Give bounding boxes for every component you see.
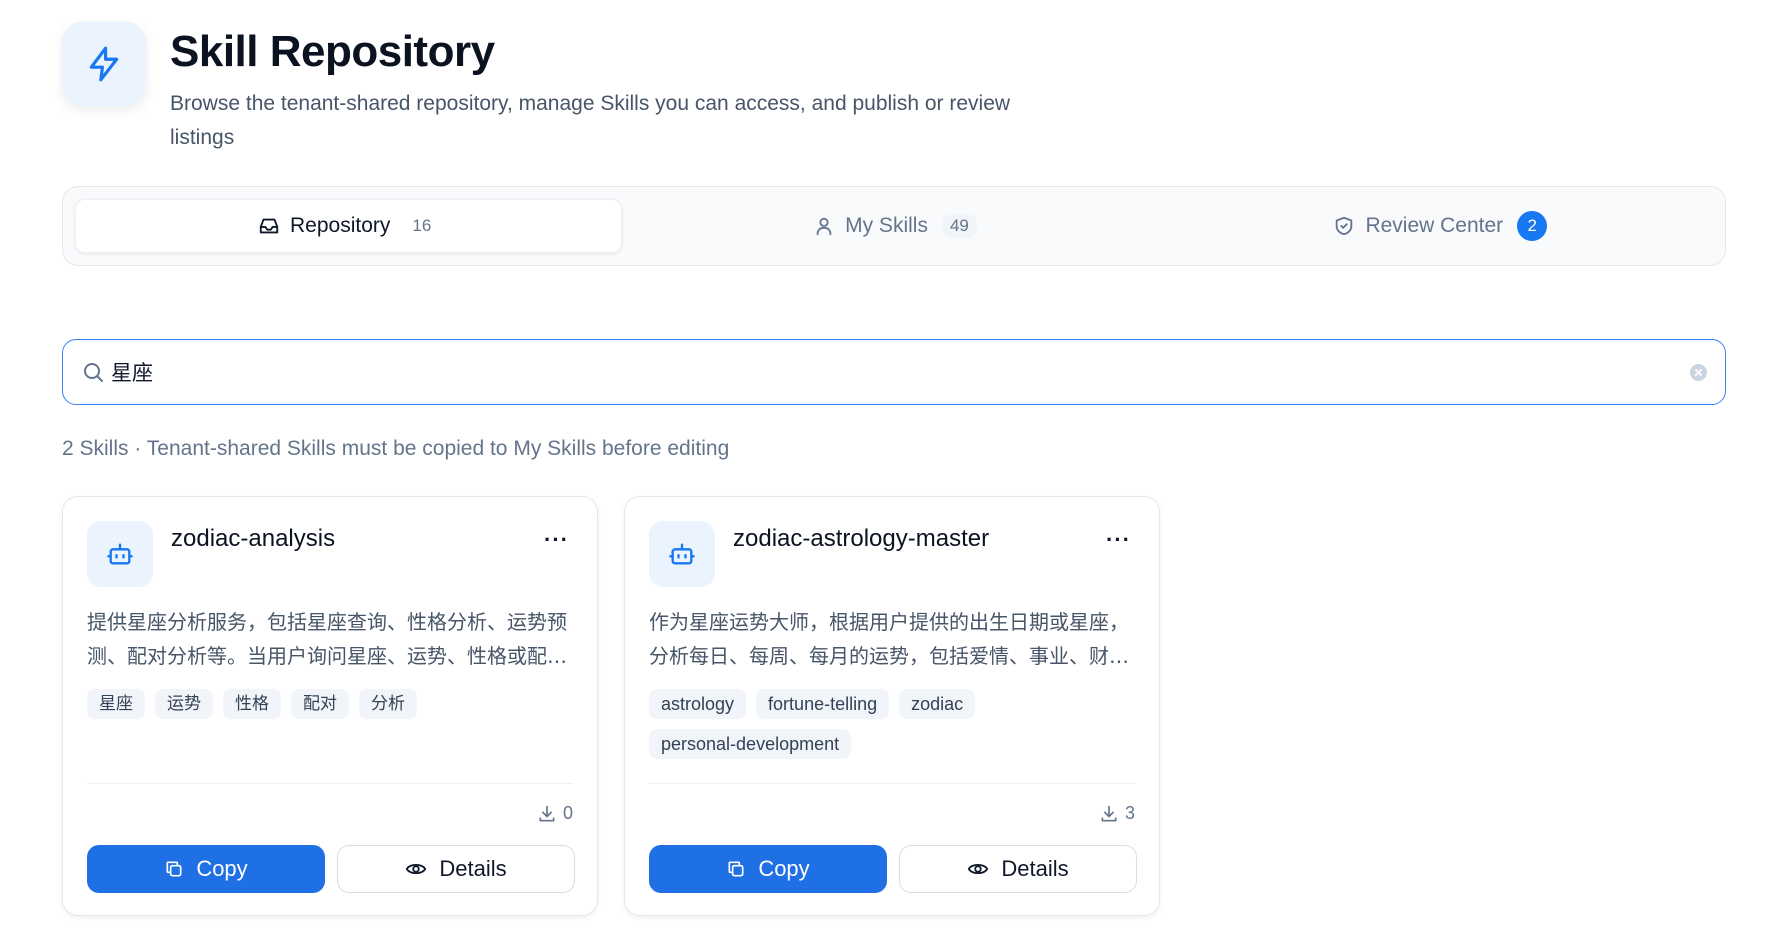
details-button[interactable]: Details (899, 845, 1137, 893)
download-count-value: 3 (1124, 803, 1135, 823)
skill-name: zodiac-astrology-master (733, 525, 990, 552)
search-icon (81, 360, 105, 384)
divider (87, 783, 573, 784)
skill-name: zodiac-analysis (171, 525, 336, 552)
tag-list: 星座 运势 性格 配对 分析 (87, 689, 577, 719)
tab-my-skills[interactable]: My Skills 49 (622, 199, 1167, 253)
lightning-icon (89, 46, 119, 82)
robot-icon (649, 521, 715, 587)
details-label: Details (439, 856, 507, 881)
tag-list: astrology fortune-telling zodiac persona… (649, 689, 1139, 759)
tab-label: Repository (290, 214, 391, 237)
result-summary: 2 Skills · Tenant-shared Skills must be … (62, 437, 730, 460)
skill-description: 作为星座运势大师，根据用户提供的出生日期或星座，分析每日、每周、每月的运势，包括… (649, 610, 1129, 668)
logo-box (62, 22, 146, 106)
eye-icon (967, 858, 989, 880)
tag: fortune-telling (756, 689, 890, 719)
download-count-value: 0 (562, 803, 573, 823)
search-box (62, 339, 1726, 405)
tab-label: My Skills (845, 214, 928, 237)
download-icon (1099, 804, 1119, 824)
skill-card: zodiac-astrology-master ··· 作为星座运势大师，根据用… (624, 496, 1160, 916)
tab-count: 16 (412, 216, 432, 235)
copy-button[interactable]: Copy (649, 845, 887, 893)
clear-search-icon[interactable] (1690, 363, 1707, 381)
header-text: Skill Repository Browse the tenant-share… (170, 22, 1030, 155)
tag: 分析 (359, 689, 417, 719)
copy-icon (164, 859, 184, 879)
search-input[interactable] (111, 360, 1690, 384)
inbox-icon (258, 215, 280, 237)
tab-bar: Repository 16 My Skills 49 Review Center… (62, 186, 1726, 266)
download-icon (537, 804, 557, 824)
tag: 性格 (223, 689, 281, 719)
review-count-badge: 2 (1517, 211, 1548, 241)
details-button[interactable]: Details (337, 845, 575, 893)
more-options-icon[interactable]: ··· (1106, 527, 1131, 553)
robot-icon (87, 521, 153, 587)
skill-card: zodiac-analysis ··· 提供星座分析服务，包括星座查询、性格分析… (62, 496, 598, 916)
shield-check-icon (1333, 215, 1355, 237)
copy-label: Copy (196, 856, 248, 881)
eye-icon (405, 858, 427, 880)
page-subtitle: Browse the tenant-shared repository, man… (170, 92, 1011, 149)
details-label: Details (1001, 856, 1069, 881)
tag: 配对 (291, 689, 349, 719)
tag: zodiac (899, 689, 976, 719)
download-count: 3 (1099, 803, 1135, 824)
divider (649, 783, 1135, 784)
page-header: Skill Repository Browse the tenant-share… (62, 22, 1030, 155)
tag: astrology (649, 689, 747, 719)
user-icon (813, 215, 835, 237)
tab-review-center[interactable]: Review Center 2 (1168, 199, 1713, 253)
tag: 星座 (87, 689, 145, 719)
copy-icon (726, 859, 746, 879)
copy-button[interactable]: Copy (87, 845, 325, 893)
tab-count: 49 (941, 214, 977, 238)
more-options-icon[interactable]: ··· (544, 527, 569, 553)
copy-label: Copy (758, 856, 810, 881)
download-count: 0 (537, 803, 573, 824)
tab-label: Review Center (1365, 214, 1504, 237)
tag: 运势 (155, 689, 213, 719)
tab-repository[interactable]: Repository 16 (75, 199, 623, 253)
page-title: Skill Repository (170, 27, 495, 76)
tag: personal-development (649, 729, 852, 759)
skill-description: 提供星座分析服务，包括星座查询、性格分析、运势预测、配对分析等。当用户询问星座、… (87, 610, 567, 668)
